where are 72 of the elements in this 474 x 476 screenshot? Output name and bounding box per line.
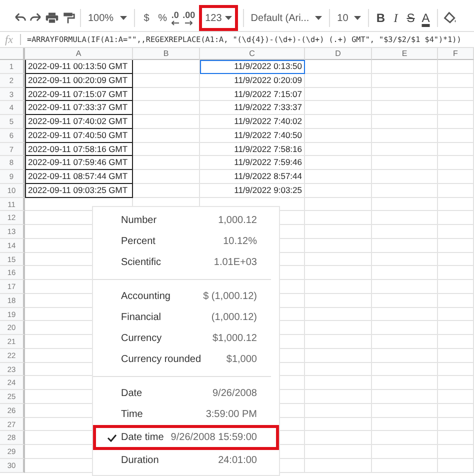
table-cell[interactable]: 11/9/2022 7:59:46 [200,156,305,170]
menu-label: Accounting [121,291,172,302]
table-cell[interactable]: 2022-09-11 07:40:02 GMT [25,115,133,129]
menu-label: Date time [121,432,165,443]
dropdown-button[interactable]: 123 [199,5,238,31]
menu-label: Scientific [121,257,162,268]
table-cell[interactable]: 2022-09-11 07:33:37 GMT [25,101,133,115]
column-header[interactable]: A [25,48,133,60]
menu-label: Duration [121,455,160,466]
table-cell[interactable]: 11/9/2022 7:40:50 [200,128,305,142]
format-button[interactable]: $ [138,12,155,24]
table-cell[interactable]: 11/9/2022 7:33:37 [200,101,305,115]
table-cell[interactable]: 2022-09-11 07:58:16 GMT [25,142,133,156]
table-cell[interactable]: 2022-09-11 08:57:44 GMT [25,170,133,184]
menu-item[interactable]: Scientific 1.01E+03 [93,252,279,273]
column-header[interactable]: C [200,48,305,60]
dropdown-button[interactable]: 100% [85,7,130,29]
format-example: $ (1,000.12) [203,291,257,302]
menu-item[interactable]: Currency rounded $1,000 [93,349,279,370]
format-button[interactable]: S [403,11,418,25]
fx-label: fx [4,34,14,46]
decimal-button[interactable]: .0 [170,10,180,26]
format-example: 10.12% [223,236,257,247]
format-example: 1,000.12 [218,215,257,226]
decimal-button[interactable]: .00 [182,10,196,26]
table-cell[interactable]: 11/9/2022 0:13:50 [200,60,305,74]
format-example: $1,000.12 [212,333,257,344]
column-header[interactable]: F [438,48,474,60]
format-button[interactable]: % [154,12,171,24]
table-cell[interactable]: 11/9/2022 0:20:09 [200,74,305,88]
format-button[interactable]: A [418,11,434,25]
menu-label: Time [121,409,144,420]
dropdown-button[interactable]: 10 [334,7,364,29]
menu-label: Financial [121,312,162,323]
table-cell[interactable]: 2022-09-11 09:03:25 GMT [25,184,133,198]
menu-item[interactable]: Date 9/26/2008 [93,383,279,404]
format-example: 3:59:00 PM [206,409,257,420]
menu-item[interactable]: Financial (1,000.12) [93,307,279,328]
table-cell[interactable]: 11/9/2022 8:57:44 [200,170,305,184]
format-example: 1.01E+03 [214,257,257,268]
menu-label: Currency [121,333,163,344]
table-cell[interactable]: 11/9/2022 7:58:16 [200,142,305,156]
menu-label: Date [121,388,144,399]
menu-item[interactable]: Number 1,000.12 [93,210,279,231]
menu-label: Percent [121,236,156,247]
menu-item[interactable]: Date time 9/26/2008 15:59:00 [93,425,279,450]
column-header[interactable]: B [133,48,200,60]
table-cell[interactable]: 2022-09-11 00:13:50 GMT [25,60,133,74]
format-example: $1,000 [226,354,257,365]
column-header[interactable]: D [305,48,372,60]
menu-item[interactable]: Currency $1,000.12 [93,328,279,349]
table-cell[interactable]: 11/9/2022 7:40:02 [200,115,305,129]
menu-item[interactable]: Percent 10.12% [93,231,279,252]
format-example: 24:01:00 [218,455,257,466]
menu-item[interactable]: Time 3:59:00 PM [93,404,279,425]
dropdown-button[interactable]: Default (Ari... [248,7,326,29]
menu-label: Currency rounded [121,354,202,365]
menu-item[interactable]: Duration 24:01:00 [93,450,279,471]
column-header[interactable]: E [372,48,438,60]
format-example: (1,000.12) [211,312,257,323]
format-example: 9/26/2008 15:59:00 [170,432,257,443]
table-cell[interactable]: 11/9/2022 7:15:07 [200,88,305,102]
menu-label: Number [121,215,158,226]
table-cell[interactable]: 2022-09-11 07:40:50 GMT [25,128,133,142]
format-button[interactable]: I [388,10,404,26]
table-cell[interactable]: 2022-09-11 07:59:46 GMT [25,156,133,170]
table-cell[interactable]: 2022-09-11 07:15:07 GMT [25,88,133,102]
menu-item[interactable]: Accounting $ (1,000.12) [93,286,279,307]
table-cell[interactable]: 2022-09-11 00:20:09 GMT [25,74,133,88]
format-example: 9/26/2008 [212,388,257,399]
format-button[interactable]: B [373,11,388,25]
table-cell[interactable]: 11/9/2022 9:03:25 [200,184,305,198]
